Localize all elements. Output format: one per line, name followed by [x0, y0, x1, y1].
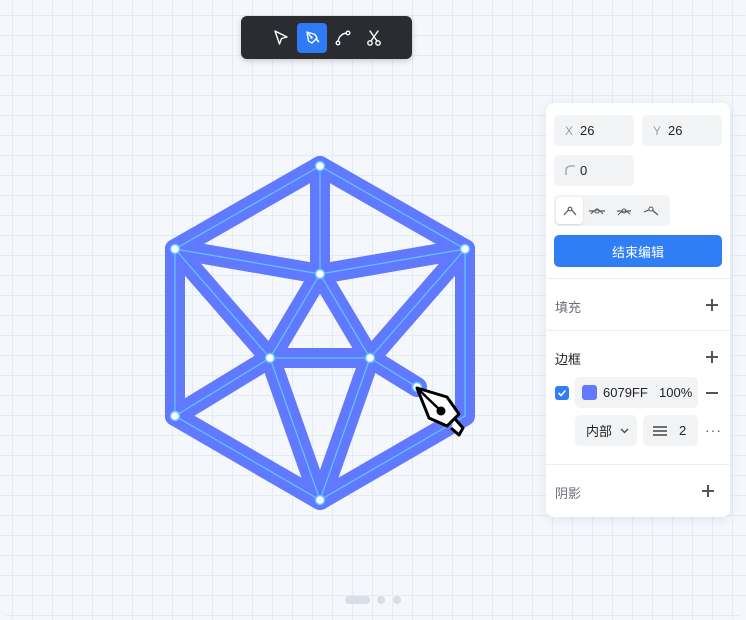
- x-position-field[interactable]: X 26: [554, 115, 634, 146]
- remove-border-button[interactable]: [704, 385, 720, 401]
- border-enabled-checkbox[interactable]: [555, 386, 569, 400]
- divider: [546, 278, 730, 279]
- y-value: 26: [668, 123, 683, 138]
- x-value: 26: [580, 123, 595, 138]
- divider: [546, 330, 730, 331]
- corner-radius-field[interactable]: 0: [554, 155, 634, 186]
- anchor-point: [169, 410, 181, 422]
- anchor-point: [314, 268, 326, 280]
- node-type-selector: [554, 195, 670, 226]
- anchor-point: [169, 243, 181, 255]
- border-color-field[interactable]: 6079FF 100%: [575, 377, 698, 408]
- disconnected-node-icon: [643, 205, 658, 215]
- border-color-swatch[interactable]: [582, 385, 597, 400]
- pager-indicator[interactable]: [377, 596, 385, 604]
- border-position-value: 内部: [586, 424, 613, 439]
- finish-editing-button[interactable]: 结束编辑: [554, 235, 722, 267]
- y-position-field[interactable]: Y 26: [642, 115, 722, 146]
- sharp-node-icon: [563, 206, 576, 215]
- mirrored-node-button[interactable]: [583, 197, 610, 224]
- anchor-point: [314, 494, 326, 506]
- asymmetric-node-button[interactable]: [610, 197, 637, 224]
- mirrored-node-icon: [588, 207, 605, 214]
- border-opacity: 100%: [659, 385, 693, 400]
- fill-section-title: 填充: [555, 300, 582, 315]
- divider: [546, 464, 730, 465]
- pager-indicator[interactable]: [393, 596, 401, 604]
- border-color-hex: 6079FF: [603, 385, 648, 400]
- anchor-point: [314, 160, 326, 172]
- border-section-title: 边框: [555, 352, 582, 367]
- add-fill-button[interactable]: [704, 297, 720, 313]
- anchor-point: [264, 352, 276, 364]
- corner-radius-value: 0: [580, 163, 588, 178]
- y-label: Y: [653, 123, 662, 138]
- border-width-value: 2: [679, 423, 687, 438]
- border-width-field[interactable]: 2: [643, 415, 698, 446]
- disconnected-node-button[interactable]: [637, 197, 664, 224]
- add-shadow-button[interactable]: [700, 483, 716, 499]
- chevron-down-icon: [620, 428, 629, 433]
- pager-indicator-active[interactable]: [345, 596, 370, 604]
- anchor-point: [459, 243, 471, 255]
- border-position-select[interactable]: 内部: [575, 415, 637, 446]
- anchor-point: [364, 352, 376, 364]
- add-border-button[interactable]: [704, 349, 720, 365]
- more-options-icon[interactable]: ···: [705, 422, 722, 438]
- asymmetric-node-icon: [616, 207, 631, 215]
- sharp-node-button[interactable]: [556, 197, 583, 224]
- x-label: X: [565, 123, 574, 138]
- check-icon: [557, 389, 567, 397]
- shadow-section-title: 阴影: [555, 486, 582, 501]
- corner-radius-icon: [565, 164, 580, 178]
- stroke-weight-icon: [653, 425, 667, 436]
